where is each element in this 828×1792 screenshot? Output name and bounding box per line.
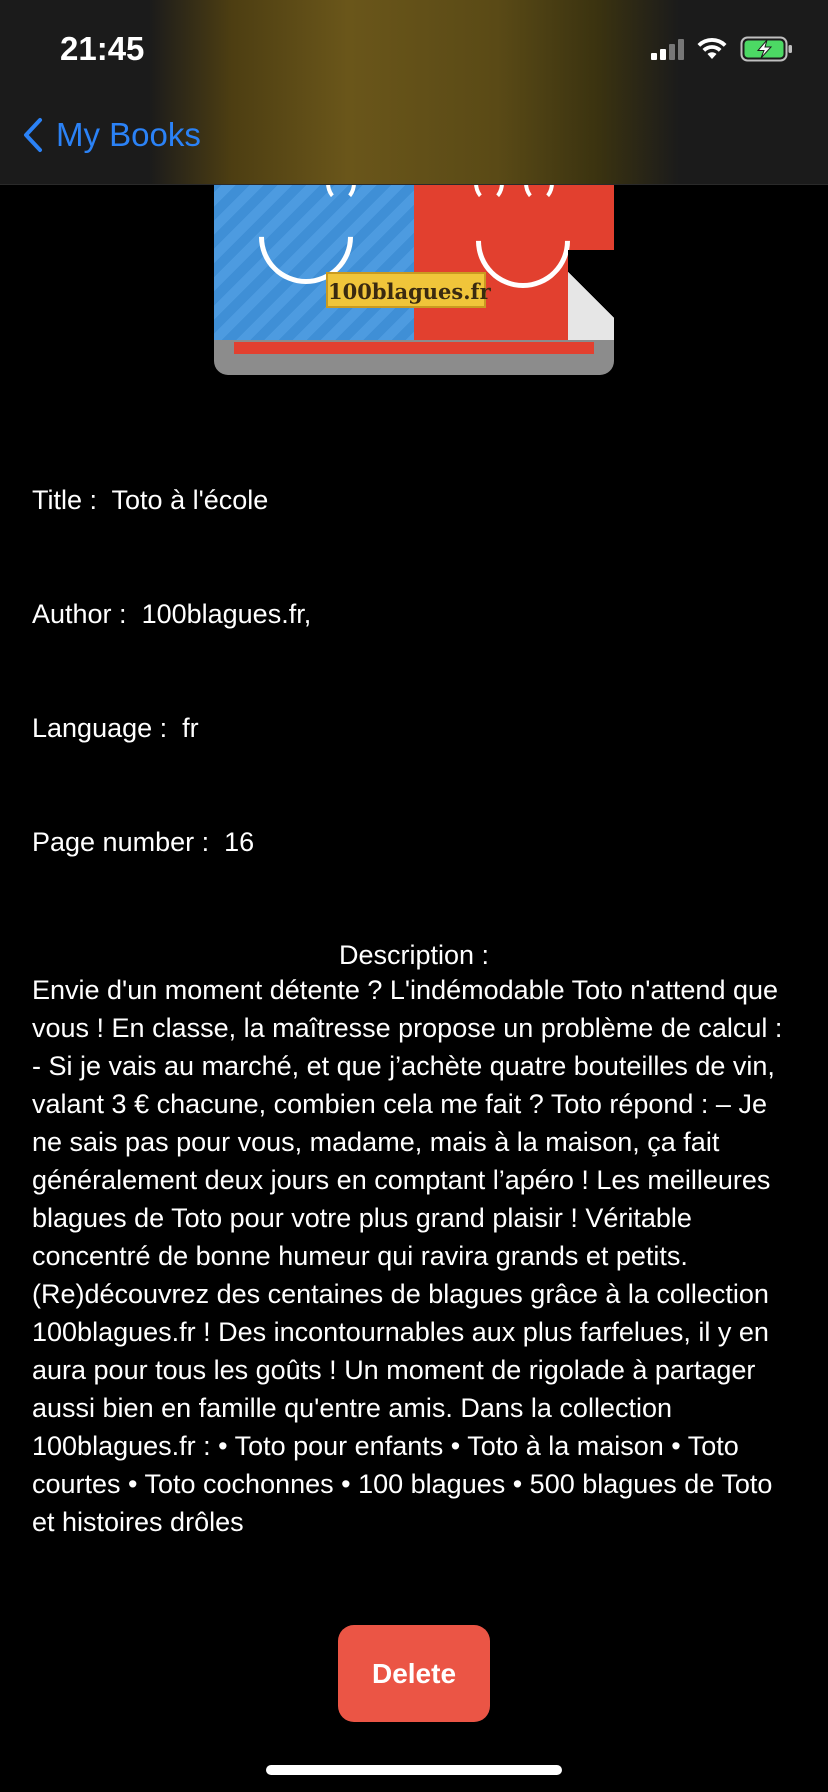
wifi-icon: [697, 37, 727, 59]
page-number-label: Page number :: [32, 827, 225, 857]
navigation-bar: 21:45 My Books: [0, 0, 828, 185]
language-row: Language : fr: [32, 713, 199, 744]
cellular-signal-icon: [651, 38, 684, 60]
cover-logo: 100blagues.fr: [326, 272, 491, 308]
author-label: Author :: [32, 599, 142, 629]
page-number-value: 16: [224, 827, 255, 857]
page-number-row: Page number : 16: [32, 827, 254, 858]
title-label: Title :: [32, 485, 112, 515]
author-value: 100blagues.fr,: [141, 599, 312, 629]
battery-charging-icon: [740, 36, 792, 62]
chevron-left-icon: [24, 118, 42, 152]
title-row: Title : Toto à l'école: [32, 485, 268, 516]
cover-strip: [234, 342, 594, 354]
description-heading: Description :: [338, 940, 490, 970]
status-time: 21:45: [60, 30, 145, 67]
delete-button[interactable]: Delete: [338, 1625, 490, 1722]
title-value: Toto à l'école: [111, 485, 269, 515]
back-button-label: My Books: [56, 116, 201, 153]
status-icons: [651, 36, 794, 62]
language-label: Language :: [32, 713, 183, 743]
page-curl: [568, 250, 614, 340]
back-button[interactable]: My Books: [22, 116, 201, 154]
description-text: Envie d'un moment détente ? L'indémodabl…: [32, 975, 783, 1537]
author-row: Author : 100blagues.fr,: [32, 599, 311, 630]
home-indicator: [266, 1765, 562, 1775]
language-value: fr: [182, 713, 199, 743]
